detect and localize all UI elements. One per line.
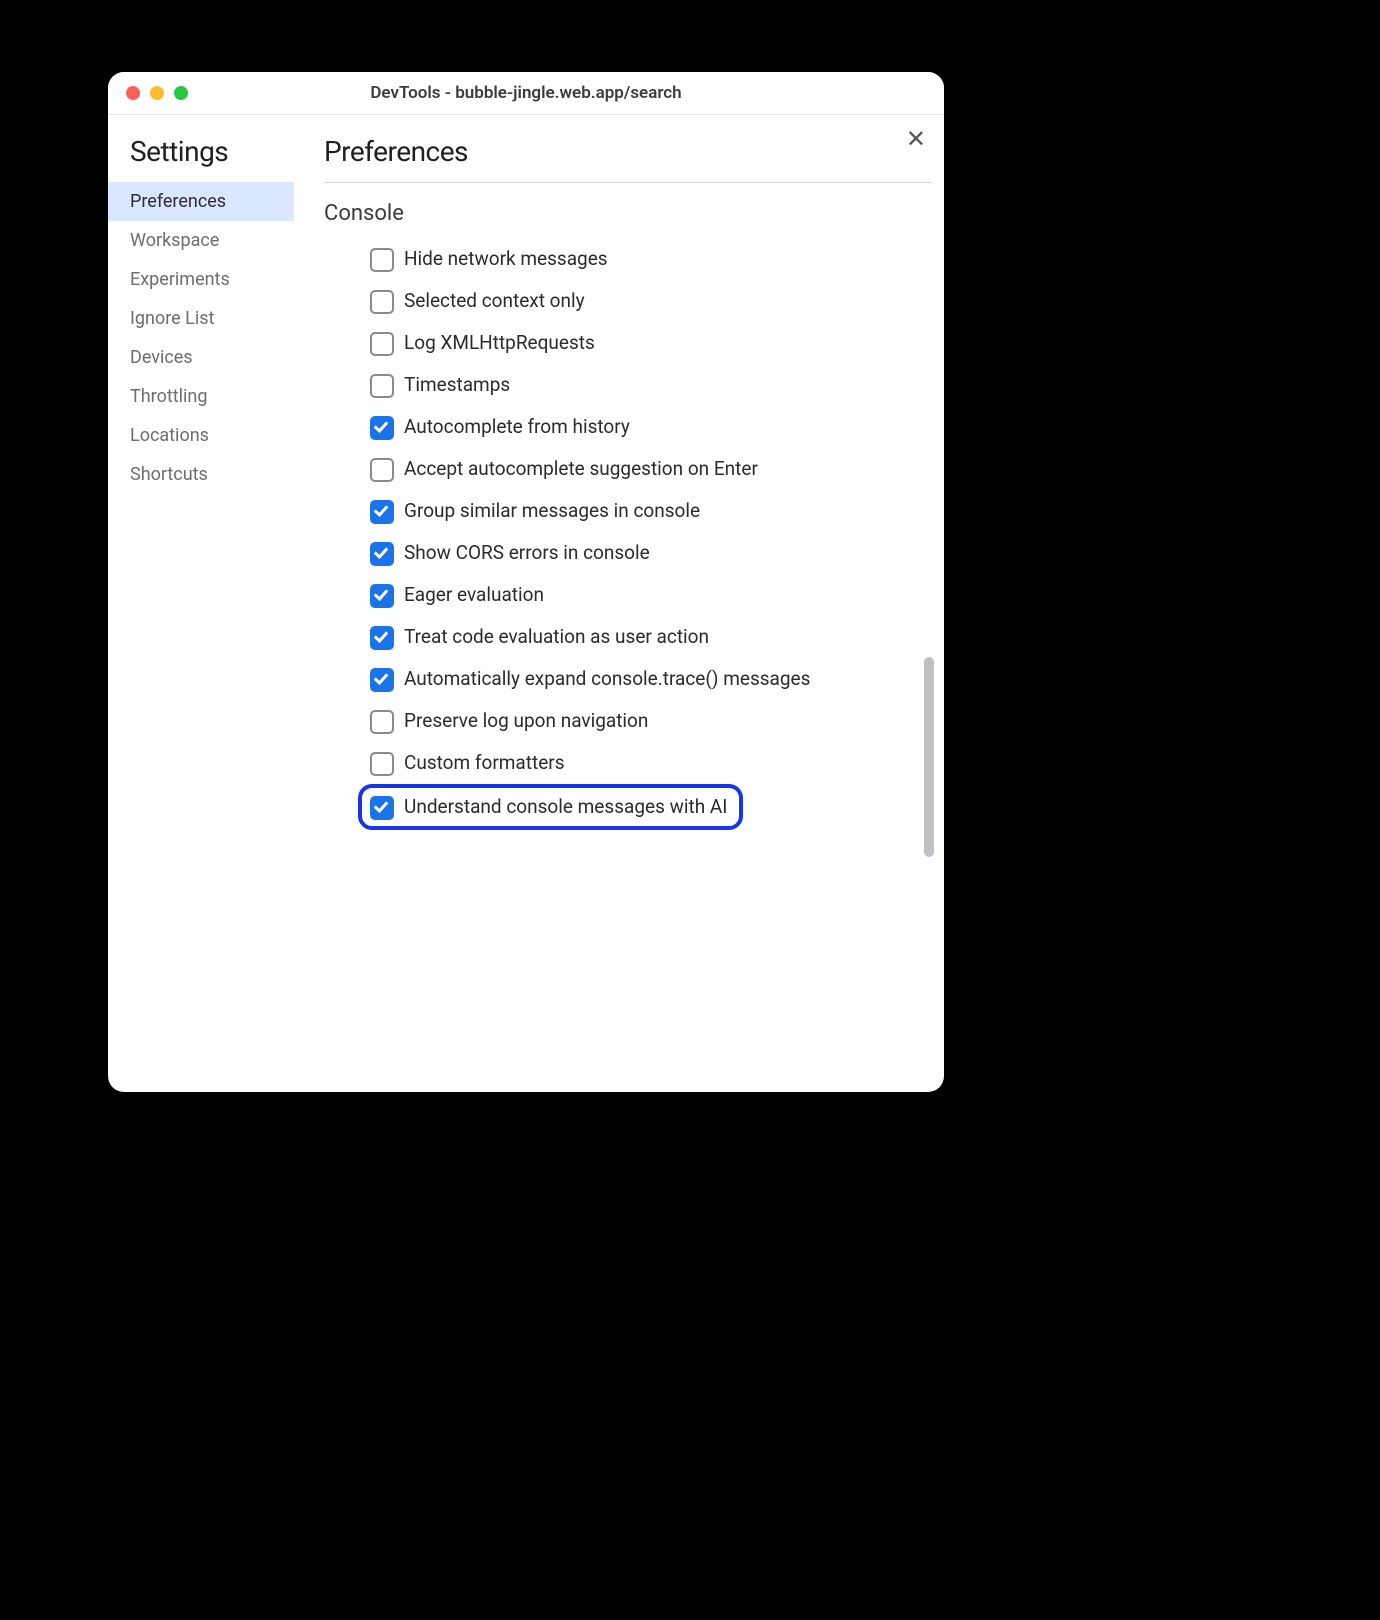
option-row[interactable]: Treat code evaluation as user action bbox=[370, 616, 920, 658]
option-label: Understand console messages with AI bbox=[404, 794, 727, 820]
option-label: Timestamps bbox=[404, 372, 824, 398]
checkbox[interactable] bbox=[370, 416, 394, 440]
settings-main: Preferences Console Hide network message… bbox=[294, 115, 944, 1092]
option-label: Eager evaluation bbox=[404, 582, 824, 608]
page-title: Preferences bbox=[324, 135, 936, 168]
window-title: DevTools - bubble-jingle.web.app/search bbox=[108, 83, 944, 103]
checkbox[interactable] bbox=[370, 542, 394, 566]
option-row[interactable]: Hide network messages bbox=[370, 238, 920, 280]
option-label: Show CORS errors in console bbox=[404, 540, 824, 566]
option-row[interactable]: Preserve log upon navigation bbox=[370, 700, 920, 742]
sidebar-item-ignore-list[interactable]: Ignore List bbox=[108, 299, 294, 338]
checkbox[interactable] bbox=[370, 752, 394, 776]
option-row[interactable]: Log XMLHttpRequests bbox=[370, 322, 920, 364]
sidebar-item-preferences[interactable]: Preferences bbox=[108, 182, 294, 221]
option-row[interactable]: Automatically expand console.trace() mes… bbox=[370, 658, 920, 700]
checkbox[interactable] bbox=[370, 668, 394, 692]
checkbox[interactable] bbox=[370, 500, 394, 524]
checkbox[interactable] bbox=[370, 796, 394, 820]
checkbox[interactable] bbox=[370, 626, 394, 650]
sidebar-item-locations[interactable]: Locations bbox=[108, 416, 294, 455]
preferences-scroll[interactable]: Console Hide network messages Selected co… bbox=[324, 197, 936, 1092]
option-label: Automatically expand console.trace() mes… bbox=[404, 666, 824, 692]
sidebar-item-shortcuts[interactable]: Shortcuts bbox=[108, 455, 294, 494]
settings-sidebar: Settings PreferencesWorkspaceExperiments… bbox=[108, 115, 294, 1092]
checkbox[interactable] bbox=[370, 374, 394, 398]
checkbox[interactable] bbox=[370, 710, 394, 734]
option-label: Log XMLHttpRequests bbox=[404, 330, 824, 356]
option-label: Custom formatters bbox=[404, 750, 824, 776]
option-label: Group similar messages in console bbox=[404, 498, 824, 524]
window-titlebar: DevTools - bubble-jingle.web.app/search bbox=[108, 72, 944, 115]
section-heading-console: Console bbox=[324, 201, 920, 226]
checkbox[interactable] bbox=[370, 332, 394, 356]
checkbox[interactable] bbox=[370, 458, 394, 482]
option-row[interactable]: Understand console messages with AI bbox=[358, 784, 743, 830]
sidebar-item-experiments[interactable]: Experiments bbox=[108, 260, 294, 299]
console-options: Hide network messages Selected context on… bbox=[324, 238, 920, 830]
sidebar-item-workspace[interactable]: Workspace bbox=[108, 221, 294, 260]
checkbox[interactable] bbox=[370, 290, 394, 314]
sidebar-item-devices[interactable]: Devices bbox=[108, 338, 294, 377]
sidebar-item-throttling[interactable]: Throttling bbox=[108, 377, 294, 416]
option-label: Hide network messages bbox=[404, 246, 824, 272]
option-label: Selected context only bbox=[404, 288, 824, 314]
option-label: Treat code evaluation as user action bbox=[404, 624, 824, 650]
option-row[interactable]: Accept autocomplete suggestion on Enter bbox=[370, 448, 920, 490]
option-label: Autocomplete from history bbox=[404, 414, 824, 440]
option-row[interactable]: Eager evaluation bbox=[370, 574, 920, 616]
scrollbar-thumb[interactable] bbox=[924, 657, 934, 857]
option-row[interactable]: Show CORS errors in console bbox=[370, 532, 920, 574]
sidebar-nav: PreferencesWorkspaceExperimentsIgnore Li… bbox=[108, 182, 294, 494]
option-row[interactable]: Selected context only bbox=[370, 280, 920, 322]
sidebar-title: Settings bbox=[108, 135, 294, 182]
checkbox[interactable] bbox=[370, 584, 394, 608]
window-zoom-button[interactable] bbox=[174, 86, 188, 100]
option-row[interactable]: Group similar messages in console bbox=[370, 490, 920, 532]
window-traffic-lights bbox=[108, 86, 188, 100]
option-row[interactable]: Timestamps bbox=[370, 364, 920, 406]
close-icon[interactable]: ✕ bbox=[906, 127, 926, 151]
window-minimize-button[interactable] bbox=[150, 86, 164, 100]
window-close-button[interactable] bbox=[126, 86, 140, 100]
option-row[interactable]: Autocomplete from history bbox=[370, 406, 920, 448]
option-label: Preserve log upon navigation bbox=[404, 708, 824, 734]
option-row[interactable]: Custom formatters bbox=[370, 742, 920, 784]
option-label: Accept autocomplete suggestion on Enter bbox=[404, 456, 824, 482]
divider bbox=[324, 182, 932, 183]
settings-body: ✕ Settings PreferencesWorkspaceExperimen… bbox=[108, 115, 944, 1092]
devtools-window: DevTools - bubble-jingle.web.app/search … bbox=[108, 72, 944, 1092]
checkbox[interactable] bbox=[370, 248, 394, 272]
